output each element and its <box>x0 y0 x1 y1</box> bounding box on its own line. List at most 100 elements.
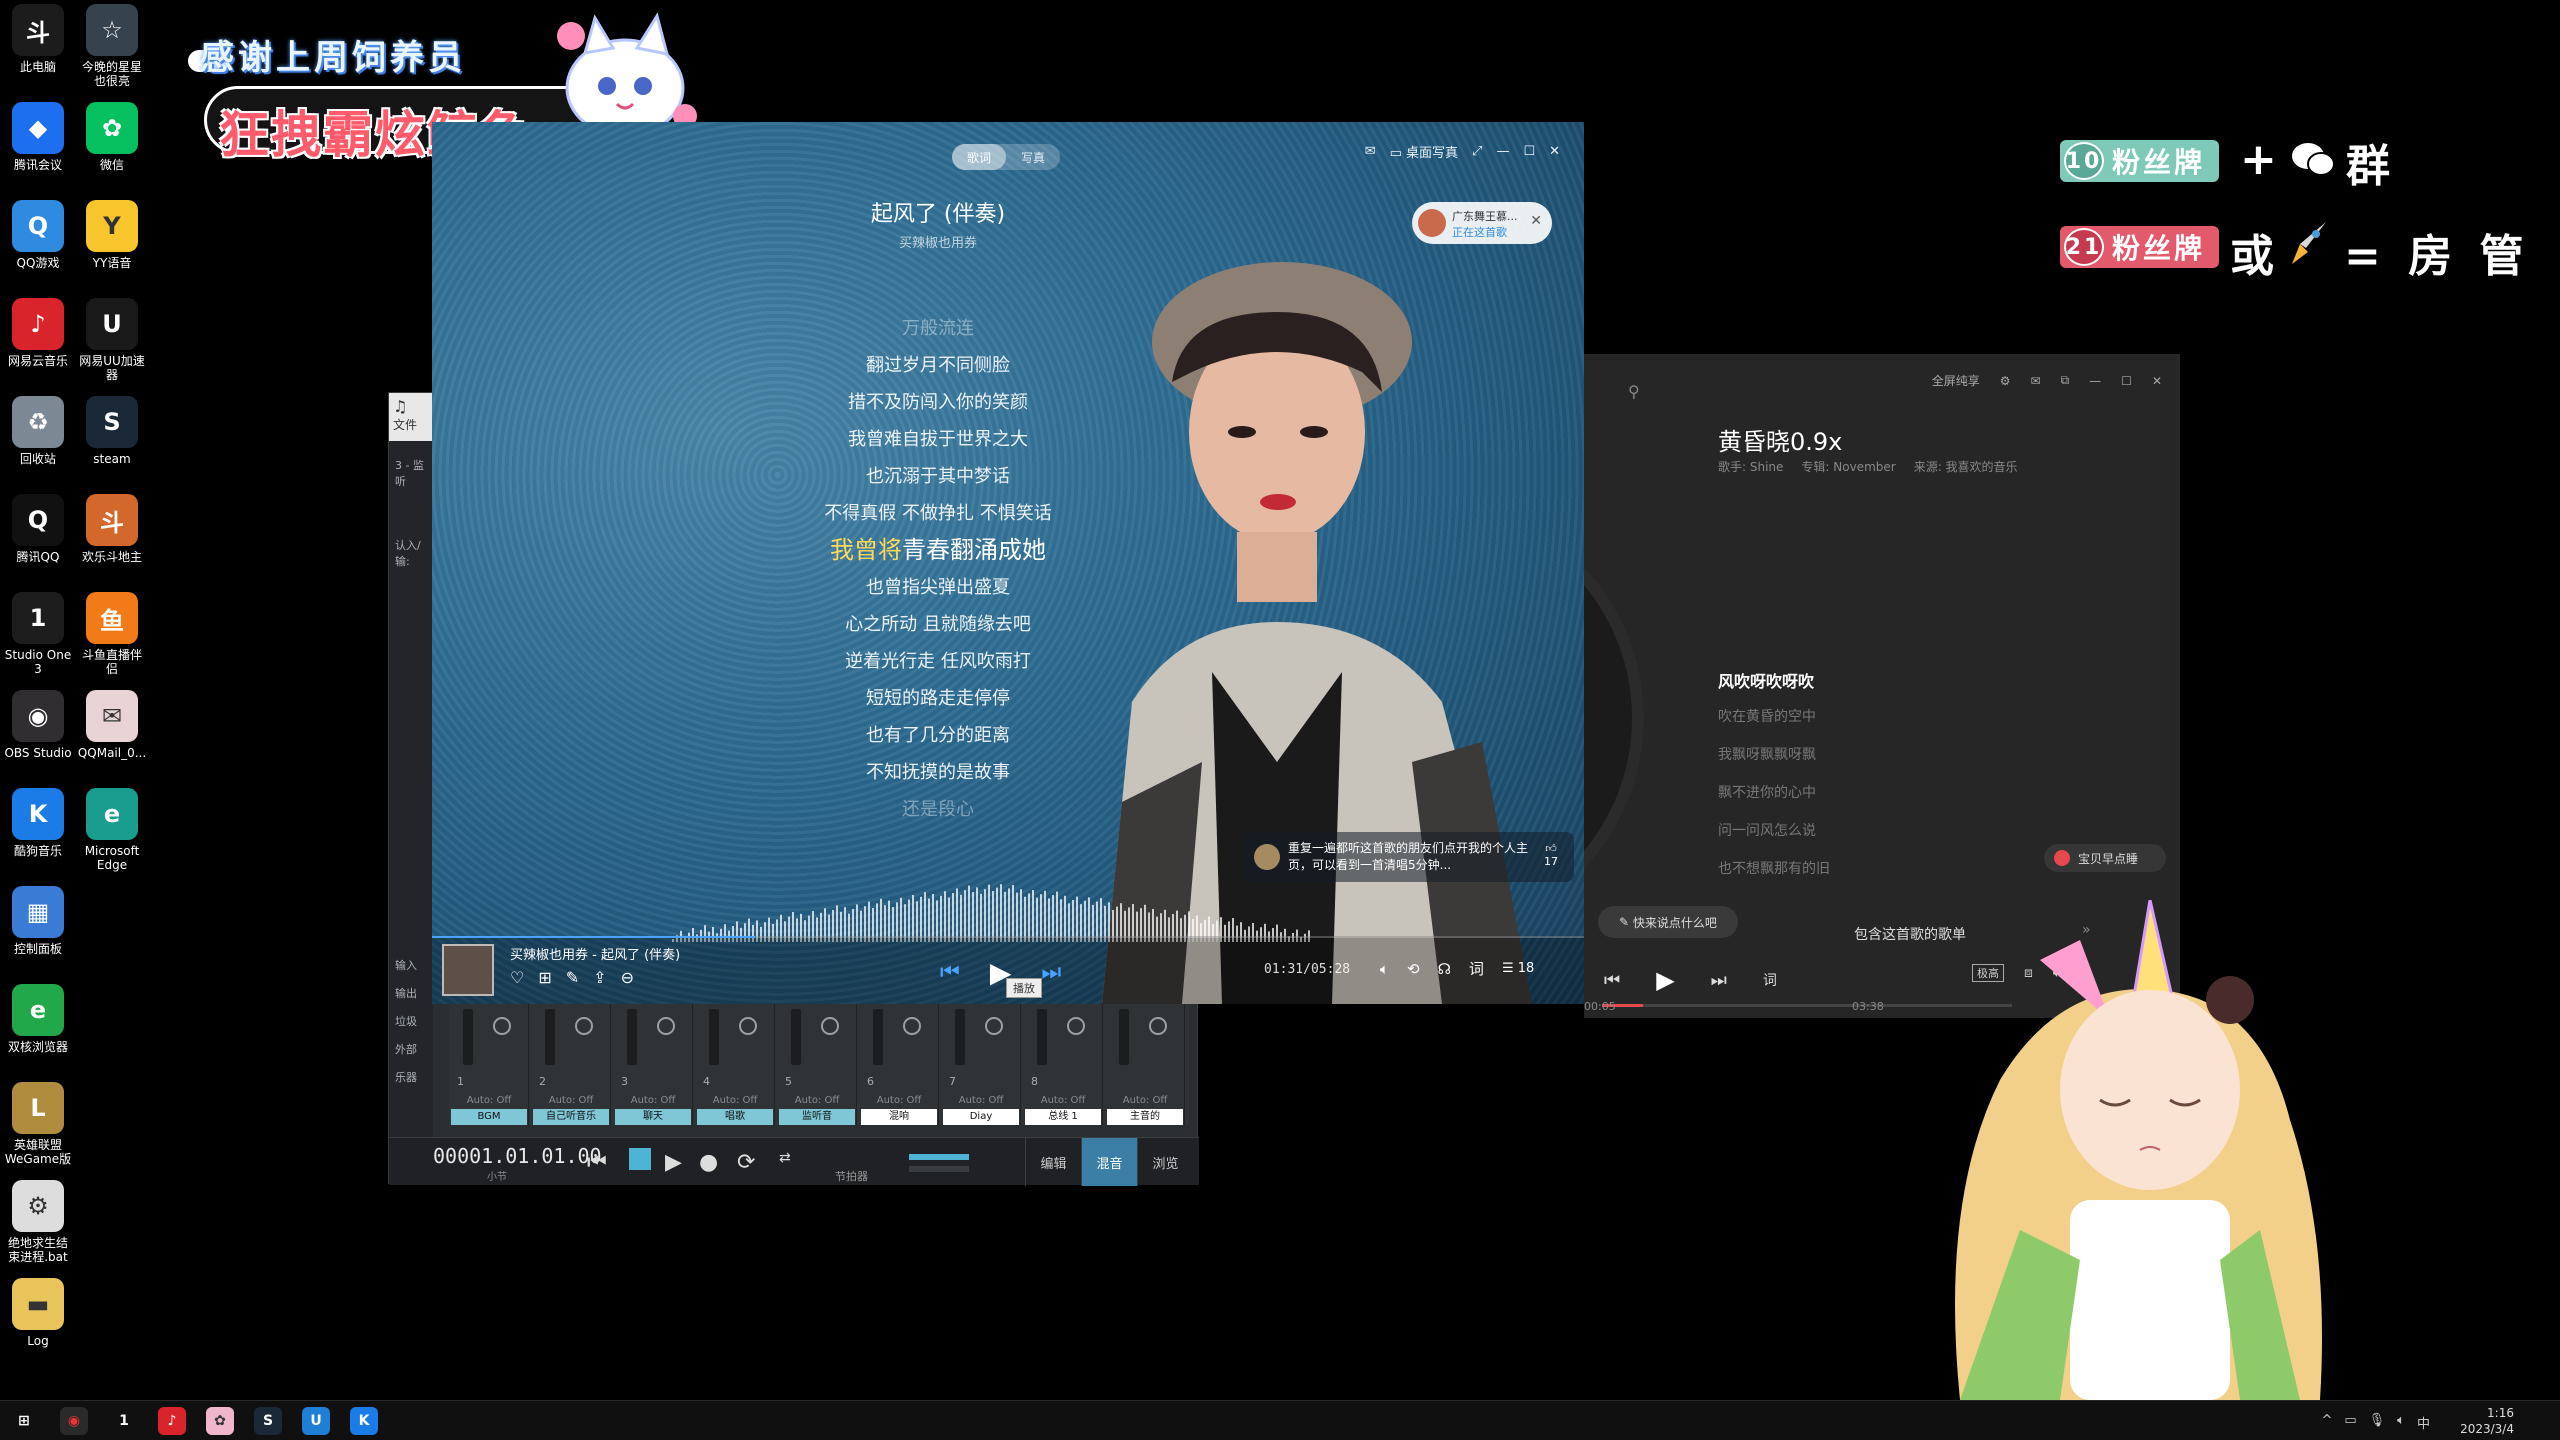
pan-knob-icon[interactable] <box>493 1017 511 1035</box>
friend-pill[interactable]: 宝贝早点睡 <box>2044 844 2166 872</box>
repeat-icon[interactable]: ⟲ <box>1407 960 1420 978</box>
playlist-button[interactable]: ☰ 18 <box>1502 961 1534 976</box>
channel-fader[interactable] <box>1119 1009 1129 1065</box>
desktop-icon[interactable]: ▬ Log <box>0 1278 76 1348</box>
comment-bubble[interactable]: 重复一遍都听这首歌的朋友们点开我的个人主页，可以看到一首清唱5分钟... 👍︎ … <box>1244 832 1574 882</box>
more-icon[interactable]: ⊖ <box>621 968 634 987</box>
punch-icon[interactable]: ⇄ <box>779 1150 791 1166</box>
mini-mode-icon[interactable]: ⧉ <box>2061 373 2070 388</box>
lyric-icon[interactable]: 词 <box>1469 958 1484 979</box>
channel-automation[interactable]: Auto: Off <box>941 1095 1021 1106</box>
desktop-icon[interactable]: K 酷狗音乐 <box>0 788 76 858</box>
minimize-icon[interactable]: — <box>1496 144 1509 159</box>
pan-knob-icon[interactable] <box>739 1017 757 1035</box>
mixer-channel[interactable]: 2 Auto: Off 自己听音乐 <box>531 1001 611 1125</box>
channel-fader[interactable] <box>1037 1009 1047 1065</box>
channel-fader[interactable] <box>627 1009 637 1065</box>
channel-name[interactable]: BGM <box>451 1109 527 1125</box>
pan-knob-icon[interactable] <box>903 1017 921 1035</box>
pan-knob-icon[interactable] <box>985 1017 1003 1035</box>
channel-automation[interactable]: Auto: Off <box>695 1095 775 1106</box>
comment-like[interactable]: 👍︎ 17 <box>1544 842 1558 868</box>
desktop-icon[interactable]: L 英雄联盟 WeGame版 <box>0 1082 76 1166</box>
channel-automation[interactable]: Auto: Off <box>1023 1095 1103 1106</box>
pan-knob-icon[interactable] <box>1149 1017 1167 1035</box>
mixer-channel[interactable]: 1 Auto: Off BGM <box>449 1001 529 1125</box>
minimize-icon[interactable]: — <box>2089 374 2101 388</box>
desktop-icon[interactable]: 斗此电脑 <box>0 4 76 74</box>
channel-name[interactable]: 主音的 <box>1107 1109 1183 1125</box>
channel-automation[interactable]: Auto: Off <box>859 1095 939 1106</box>
channel-automation[interactable]: Auto: Off <box>613 1095 693 1106</box>
desktop-icon[interactable]: Q QQ游戏 <box>0 200 76 270</box>
record-icon[interactable]: ● <box>699 1150 718 1175</box>
daw-side-item[interactable]: 输入 <box>389 953 433 977</box>
channel-name[interactable]: 唱歌 <box>697 1109 773 1125</box>
taskbar-app-obs-icon[interactable]: ◉ <box>60 1407 88 1435</box>
taskbar-app-image-icon[interactable]: ✿ <box>206 1407 234 1435</box>
daw-side-item[interactable]: 外部 <box>389 1037 433 1061</box>
desktop-icon[interactable]: e Microsoft Edge <box>74 788 150 872</box>
loop-icon[interactable]: ⟳ <box>737 1150 755 1175</box>
pan-knob-icon[interactable] <box>657 1017 675 1035</box>
live-listener-pill[interactable]: 广东舞王慕... 正在这首歌 ✕ <box>1412 202 1552 244</box>
next-icon[interactable]: ⏭ <box>1041 960 1061 985</box>
daw-side-item[interactable]: 认入/输: <box>389 533 433 573</box>
channel-name[interactable]: 总线 1 <box>1025 1109 1101 1125</box>
share-icon[interactable]: ⇪ <box>593 968 606 987</box>
desktop-icon[interactable]: Y YY语音 <box>74 200 150 270</box>
start-windows-icon[interactable]: ⊞ <box>10 1407 38 1435</box>
song-artist[interactable]: 买辣椒也用券 <box>432 232 1584 251</box>
mail-icon[interactable]: ✉ <box>1365 144 1376 159</box>
daw-side-item[interactable]: 3 - 监听 <box>389 453 433 493</box>
mode-edit-button[interactable]: 编辑 <box>1025 1138 1081 1186</box>
now-playing-title[interactable]: 买辣椒也用券 - 起风了 (伴奏) <box>510 944 680 963</box>
close-icon[interactable]: ✕ <box>1530 213 1542 229</box>
play-icon[interactable]: ▶ <box>665 1150 682 1175</box>
tab-photo[interactable]: 写真 <box>1006 144 1060 170</box>
mixer-channel[interactable]: 3 Auto: Off 聊天 <box>613 1001 693 1125</box>
mixer-channel[interactable]: 5 Auto: Off 监听音 <box>777 1001 857 1125</box>
desktop-icon[interactable]: ⚙ 绝地求生结 束进程.bat <box>0 1180 76 1264</box>
channel-fader[interactable] <box>545 1009 555 1065</box>
desktop-icon[interactable]: ♪ 网易云音乐 <box>0 298 76 368</box>
desktop-icon[interactable]: Ssteam <box>74 396 150 466</box>
pan-knob-icon[interactable] <box>821 1017 839 1035</box>
add-playlist-icon[interactable]: ⊞ <box>538 968 551 987</box>
next-icon[interactable]: ⏭ <box>1711 970 1727 991</box>
channel-fader[interactable] <box>955 1009 965 1065</box>
channel-automation[interactable]: Auto: Off <box>777 1095 857 1106</box>
tray-volume-icon[interactable]: 🔈︎ <box>2397 1413 2405 1432</box>
channel-fader[interactable] <box>463 1009 473 1065</box>
mixer-channel[interactable]: 4 Auto: Off 唱歌 <box>695 1001 775 1125</box>
close-icon[interactable]: ✕ <box>2152 374 2162 388</box>
channel-name[interactable]: Diay <box>943 1109 1019 1125</box>
channel-automation[interactable]: Auto: Off <box>449 1095 529 1106</box>
taskbar-app-uu-icon[interactable]: U <box>302 1407 330 1435</box>
daw-side-item[interactable]: 输出 <box>389 981 433 1005</box>
close-icon[interactable]: ✕ <box>1549 144 1560 159</box>
album-label[interactable]: 专辑: November <box>1801 458 1895 475</box>
rewind-icon[interactable]: ⏮ <box>587 1150 607 1175</box>
taskbar-app-steam-icon[interactable]: S <box>254 1407 282 1435</box>
desktop-icon[interactable]: Q 腾讯QQ <box>0 494 76 564</box>
maximize-icon[interactable]: ☐ <box>1523 144 1535 159</box>
desktop-icon[interactable]: ◆ 腾讯会议 <box>0 102 76 172</box>
channel-name[interactable]: 监听音 <box>779 1109 855 1125</box>
playback-progress[interactable] <box>432 936 1584 938</box>
daw-side-item[interactable]: 垃圾 <box>389 1009 433 1033</box>
metronome-label[interactable]: 节拍器 <box>835 1168 868 1184</box>
taskbar-app-kugou-icon[interactable]: K <box>350 1407 378 1435</box>
desktop-icon[interactable]: 斗欢乐斗地主 <box>74 494 150 564</box>
taskbar-app-netease-icon[interactable]: ♪ <box>158 1407 186 1435</box>
stop-button[interactable] <box>629 1148 651 1170</box>
mixer-channel[interactable]: 7 Auto: Off Diay <box>941 1001 1021 1125</box>
headphone-icon[interactable]: ☊ <box>1438 960 1451 978</box>
tray-chevron-icon[interactable]: ^ <box>2321 1413 2332 1432</box>
channel-fader[interactable] <box>709 1009 719 1065</box>
dark-lyric-button[interactable]: 词 <box>1763 970 1777 990</box>
taskbar-app-studio-one-icon[interactable]: 1 <box>110 1407 138 1435</box>
channel-automation[interactable]: Auto: Off <box>1105 1095 1185 1106</box>
desktop-icon[interactable]: U 网易UU加速 器 <box>74 298 150 382</box>
channel-name[interactable]: 聊天 <box>615 1109 691 1125</box>
